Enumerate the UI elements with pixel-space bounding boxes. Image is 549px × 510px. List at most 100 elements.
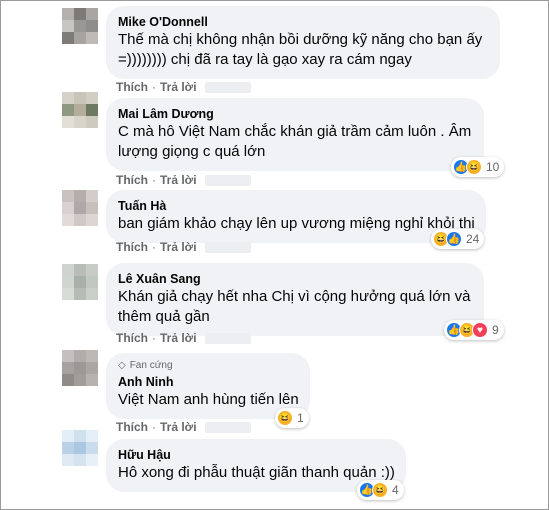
avatar-pixel xyxy=(62,350,74,362)
avatar-pixel xyxy=(74,20,86,32)
commenter-name[interactable]: Hữu Hậu xyxy=(118,447,394,463)
separator-dot: · xyxy=(152,173,156,187)
avatar[interactable] xyxy=(62,190,98,226)
avatar-pixel xyxy=(86,288,98,300)
reaction-count: 9 xyxy=(492,323,499,337)
avatar-pixel xyxy=(62,214,74,226)
avatar[interactable] xyxy=(62,264,98,300)
timestamp-redacted xyxy=(204,421,251,433)
avatar-pixel xyxy=(62,288,74,300)
reaction-summary[interactable]: 👍 😆 ♥ 9 xyxy=(444,320,504,340)
comment-text-line: =)))))))) chị đã ra tay là gạo xay ra cá… xyxy=(118,51,412,68)
avatar-pixel xyxy=(86,362,98,374)
avatar-pixel xyxy=(74,214,86,226)
avatar-pixel xyxy=(62,374,74,386)
commenter-name[interactable]: Mike O'Donnell xyxy=(118,14,488,30)
comment-text-line: lượng giọng c quá lớn xyxy=(118,143,266,160)
commenter-name[interactable]: Anh Ninh xyxy=(118,374,298,390)
comment-text-line: C mà hô Việt Nam chắc khán giả trầm cảm … xyxy=(118,123,472,140)
avatar-pixel xyxy=(62,20,74,32)
comment-text-line: thêm quả gần xyxy=(118,308,210,325)
like-button[interactable]: Thích xyxy=(116,331,148,345)
avatar-pixel xyxy=(86,8,98,20)
avatar-pixel xyxy=(62,8,74,20)
fan-badge: ◇ Fan cứng xyxy=(118,359,298,373)
comment-text-line: Việt Nam anh hùng tiến lên xyxy=(118,391,299,408)
avatar-pixel xyxy=(74,116,86,128)
comment-bubble: Tuấn Hà ban giám khảo chạy lên up vương … xyxy=(106,190,486,243)
commenter-name[interactable]: Mai Lâm Dương xyxy=(118,106,472,122)
avatar-pixel xyxy=(74,454,86,466)
comment-text-line: Khán giả chạy hết nha Chị vì cộng hưởng … xyxy=(118,288,471,305)
reaction-summary[interactable]: 😆 1 xyxy=(275,408,309,428)
avatar-pixel xyxy=(86,92,98,104)
timestamp-redacted xyxy=(204,81,251,93)
comment-text-line: Hô xong đi phẫu thuật giãn thanh quản :)… xyxy=(118,464,395,481)
reaction-count: 10 xyxy=(486,160,500,174)
comment-bubble: Lê Xuân Sang Khán giả chạy hết nha Chị v… xyxy=(106,263,484,336)
avatar-pixel xyxy=(74,8,86,20)
avatar[interactable] xyxy=(62,92,98,128)
commenter-name[interactable]: Tuấn Hà xyxy=(118,198,474,214)
avatar-pixel xyxy=(86,32,98,44)
haha-icon: 😆 xyxy=(277,410,293,426)
comment-actions: Thích · Trả lời xyxy=(116,240,251,254)
avatar-pixel xyxy=(86,430,98,442)
avatar-pixel xyxy=(74,92,86,104)
comment-actions: Thích · Trả lời xyxy=(116,80,251,94)
avatar-pixel xyxy=(86,202,98,214)
avatar-pixel xyxy=(62,362,74,374)
avatar[interactable] xyxy=(62,430,98,466)
avatar-pixel xyxy=(74,362,86,374)
like-button[interactable]: Thích xyxy=(116,173,148,187)
avatar-pixel xyxy=(74,374,86,386)
avatar-pixel xyxy=(74,350,86,362)
avatar-pixel xyxy=(86,276,98,288)
reaction-summary[interactable]: 👍 😆 10 xyxy=(451,157,505,177)
diamond-icon: ◇ xyxy=(118,360,126,371)
comment-bubble: Mai Lâm Dương C mà hô Việt Nam chắc khán… xyxy=(106,98,484,171)
haha-icon: 😆 xyxy=(466,159,482,175)
reply-button[interactable]: Trả lời xyxy=(160,173,197,187)
avatar-pixel xyxy=(74,202,86,214)
avatar[interactable] xyxy=(62,350,98,386)
separator-dot: · xyxy=(152,420,156,434)
love-icon: ♥ xyxy=(472,322,488,338)
avatar-pixel xyxy=(62,202,74,214)
avatar-pixel xyxy=(86,454,98,466)
commenter-name[interactable]: Lê Xuân Sang xyxy=(118,271,472,287)
avatar-pixel xyxy=(86,374,98,386)
comment-actions: Thích · Trả lời xyxy=(116,420,251,434)
avatar-pixel xyxy=(62,442,74,454)
avatar-pixel xyxy=(62,276,74,288)
reply-button[interactable]: Trả lời xyxy=(160,80,197,94)
reaction-summary[interactable]: 👍 😆 4 xyxy=(357,480,404,500)
avatar[interactable] xyxy=(62,8,98,44)
like-button[interactable]: Thích xyxy=(116,240,148,254)
avatar-pixel xyxy=(62,104,74,116)
separator-dot: · xyxy=(152,331,156,345)
reaction-count: 24 xyxy=(466,232,480,246)
like-button[interactable]: Thích xyxy=(116,420,148,434)
avatar-pixel xyxy=(74,430,86,442)
avatar-pixel xyxy=(86,214,98,226)
reaction-summary[interactable]: 😆 👍 24 xyxy=(431,229,485,249)
comment-actions: Thích · Trả lời xyxy=(116,331,251,345)
like-button[interactable]: Thích xyxy=(116,80,148,94)
timestamp-redacted xyxy=(204,174,251,186)
timestamp-redacted xyxy=(204,332,251,344)
avatar-pixel xyxy=(62,264,74,276)
avatar-pixel xyxy=(62,116,74,128)
avatar-pixel xyxy=(62,430,74,442)
separator-dot: · xyxy=(152,240,156,254)
reply-button[interactable]: Trả lời xyxy=(160,240,197,254)
reply-button[interactable]: Trả lời xyxy=(160,420,197,434)
comment-text-line: Thế mà chị không nhận bồi dưỡng kỹ năng … xyxy=(118,31,483,48)
avatar-pixel xyxy=(74,32,86,44)
comment-actions: Thích · Trả lời xyxy=(116,173,251,187)
like-icon: 👍 xyxy=(446,231,462,247)
haha-icon: 😆 xyxy=(372,482,388,498)
reply-button[interactable]: Trả lời xyxy=(160,331,197,345)
avatar-pixel xyxy=(74,442,86,454)
avatar-pixel xyxy=(74,276,86,288)
